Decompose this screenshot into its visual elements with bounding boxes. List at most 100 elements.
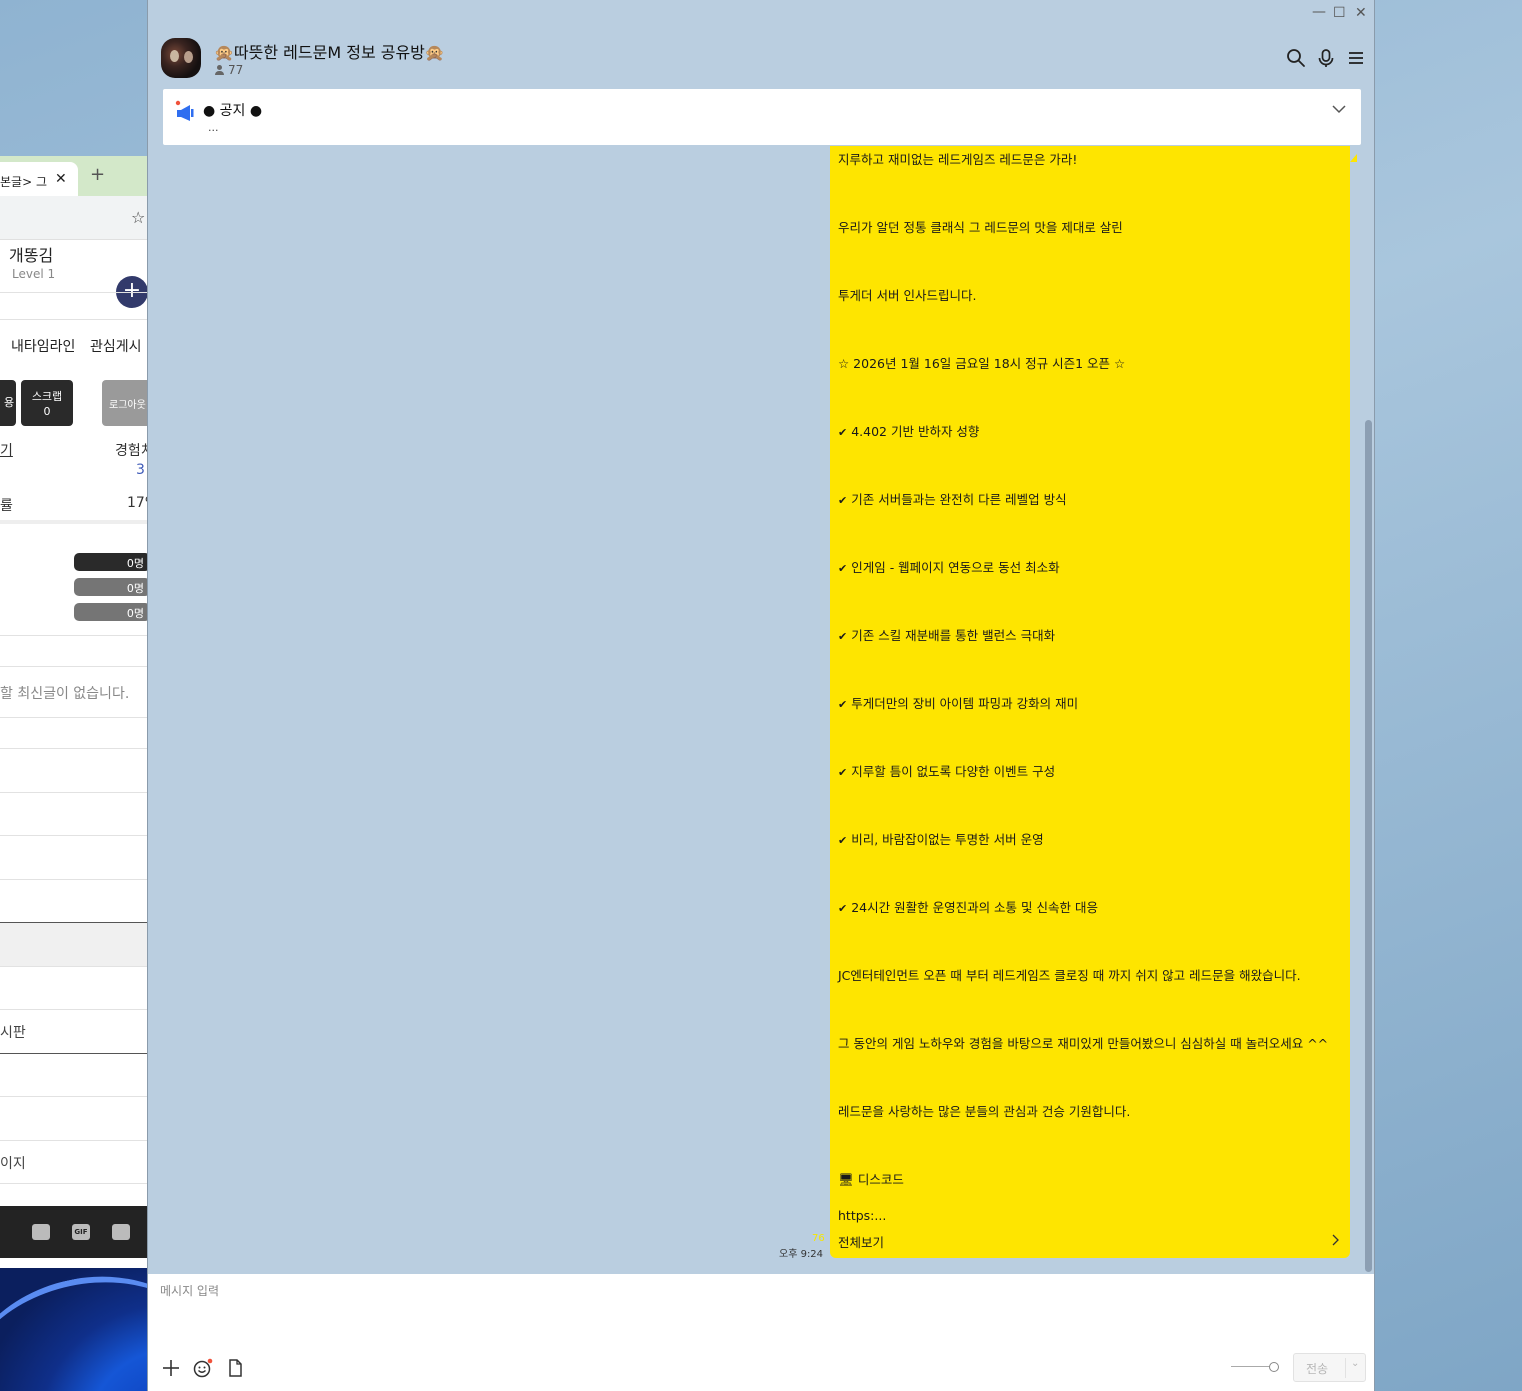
close-button[interactable]: ✕: [1355, 5, 1367, 21]
bookmark-star-icon[interactable]: ☆: [131, 208, 145, 227]
divider: [0, 1053, 147, 1054]
divider: [0, 666, 147, 667]
message-line-text: 24시간 원활한 운영진과의 소통 및 신속한 대응: [851, 900, 1098, 915]
room-title: 🙊따뜻한 레드문M 정보 공유방🙊: [214, 43, 445, 62]
message-line: 지루하고 재미없는 레드게임즈 레드문은 가라!: [838, 152, 1342, 220]
emoticon-icon[interactable]: [193, 1358, 213, 1378]
gif-icon[interactable]: GIF: [72, 1224, 90, 1240]
user-level: Level 1: [12, 267, 56, 281]
message-input-area: 전송 ⌄: [148, 1274, 1374, 1391]
menu-item-page[interactable]: 이지: [0, 1153, 26, 1173]
divider: [0, 792, 147, 793]
message-line-text: 투게더만의 장비 아이템 파밍과 강화의 재미: [851, 696, 1079, 711]
opacity-slider-track[interactable]: [1231, 1366, 1273, 1367]
opacity-slider-handle[interactable]: [1269, 1362, 1279, 1372]
room-avatar[interactable]: [161, 38, 201, 78]
username: 개똥김: [9, 246, 54, 265]
view-all-link[interactable]: 전체보기: [838, 1232, 884, 1251]
message-input[interactable]: [160, 1282, 1360, 1342]
message-line-text: 그 동안의 게임 노하우와 경험을 바탕으로 재미있게 만들어봤으니 심심하실 …: [838, 1036, 1329, 1051]
nav-interest-board[interactable]: 관심게시: [90, 336, 142, 356]
megaphone-icon: [175, 100, 194, 121]
message-line-text: 4.402 기반 반하자 성향: [851, 424, 980, 439]
file-icon[interactable]: [225, 1358, 245, 1378]
new-tab-button[interactable]: +: [90, 164, 105, 185]
message-line: ✔ 4.402 기반 반하자 성향: [838, 424, 1342, 492]
browser-tab[interactable]: 본글> 그 ✕: [0, 162, 78, 196]
message-line: 그 동안의 게임 노하우와 경험을 바탕으로 재미있게 만들어봤으니 심심하실 …: [838, 1036, 1342, 1104]
checkmark-icon: ✔: [838, 426, 848, 439]
message-bubble[interactable]: 지루하고 재미없는 레드게임즈 레드문은 가라! 우리가 알던 정통 클래식 그 …: [830, 146, 1350, 1258]
message-line: JC엔터테인먼트 오픈 때 부터 레드게임즈 클로징 때 까지 쉬지 않고 레드…: [838, 968, 1342, 1036]
message-line-text: 인게임 - 웹페이지 연동으로 동선 최소화: [851, 560, 1060, 575]
chevron-right-icon[interactable]: [1330, 1234, 1340, 1246]
message-line: ✔ 비리, 바람잡이없는 투명한 서버 운영: [838, 832, 1342, 900]
scrap-count: 0: [43, 405, 51, 418]
scrollbar-thumb[interactable]: [1365, 420, 1372, 1272]
sticker-icon[interactable]: [112, 1224, 130, 1240]
message-line-text: 🖥 디스코드: [838, 1172, 904, 1187]
menu-item-board[interactable]: 시판: [0, 1022, 26, 1042]
send-options-arrow-icon[interactable]: ⌄: [1351, 1358, 1359, 1369]
maximize-button[interactable]: ☐: [1333, 5, 1346, 21]
minimize-button[interactable]: —: [1312, 4, 1326, 20]
logout-button[interactable]: 로그아웃: [102, 380, 147, 426]
message-line: ✔ 기존 서버들과는 완전히 다른 레벨업 방식: [838, 492, 1342, 560]
partial-link[interactable]: 기: [0, 440, 13, 460]
menu-row-highlight[interactable]: [0, 923, 147, 966]
person-icon: [214, 65, 225, 75]
checkmark-icon: ✔: [838, 766, 848, 779]
divider: [0, 748, 147, 749]
notice-preview: ...: [208, 121, 219, 134]
no-posts-text: 할 최신글이 없습니다.: [0, 686, 130, 702]
message-line: 투게더 서버 인사드립니다.: [838, 288, 1342, 356]
chat-header: 🙊따뜻한 레드문M 정보 공유방🙊 77: [148, 30, 1376, 86]
divider: [0, 292, 147, 293]
divider: [0, 319, 147, 320]
send-divider: [1345, 1358, 1346, 1378]
message-line-text: 지루할 틈이 없도록 다양한 이벤트 구성: [851, 764, 1056, 779]
message-line-text: 기존 서버들과는 완전히 다른 레벨업 방식: [851, 492, 1067, 507]
message-line-text: 지루하고 재미없는 레드게임즈 레드문은 가라!: [838, 152, 1078, 167]
divider: [0, 835, 147, 836]
nav-my-timeline[interactable]: 내타임라인: [11, 336, 75, 356]
divider: [0, 1140, 147, 1141]
count-badge: 0명: [74, 578, 147, 596]
member-count[interactable]: 77: [214, 63, 243, 77]
plus-icon[interactable]: [161, 1358, 181, 1378]
tab-close-icon[interactable]: ✕: [55, 171, 67, 187]
message-line: ☆ 2026년 1월 16일 금요일 18시 정규 시즌1 오픈 ☆: [838, 356, 1342, 424]
checkmark-icon: ✔: [838, 562, 848, 575]
exp-value: 3: [136, 462, 145, 478]
message-line: ✔ 인게임 - 웹페이지 연동으로 동선 최소화: [838, 560, 1342, 628]
message-line-text: 기존 스킬 재분배를 통한 밸런스 극대화: [851, 628, 1056, 643]
message-text: 지루하고 재미없는 레드게임즈 레드문은 가라! 우리가 알던 정통 클래식 그 …: [838, 152, 1342, 1202]
message-line: 레드문을 사랑하는 많은 분들의 관심과 건승 기원합니다.: [838, 1104, 1342, 1172]
search-icon[interactable]: [1286, 48, 1306, 68]
message-line: ✔ 24시간 원활한 운영진과의 소통 및 신속한 대응: [838, 900, 1342, 968]
checkmark-icon: ✔: [838, 630, 848, 643]
message-line: ✔ 투게더만의 장비 아이템 파밍과 강화의 재미: [838, 696, 1342, 764]
message-line: ✔ 지루할 틈이 없도록 다양한 이벤트 구성: [838, 764, 1342, 832]
message-line-text: 레드문을 사랑하는 많은 분들의 관심과 건승 기원합니다.: [838, 1104, 1131, 1119]
message-line-text: 우리가 알던 정통 클래식 그 레드문의 맛을 제대로 살린: [838, 220, 1123, 235]
editor-toolbar: GIF: [0, 1206, 147, 1258]
checkmark-icon: ✔: [838, 902, 848, 915]
microphone-icon[interactable]: [1316, 48, 1336, 68]
message-time: 오후 9:24: [779, 1249, 824, 1260]
message-link[interactable]: https:...: [838, 1208, 886, 1223]
desktop-wallpaper: [0, 1268, 147, 1391]
menu-icon[interactable]: [1346, 48, 1366, 68]
gift-icon[interactable]: [32, 1224, 50, 1240]
send-button[interactable]: 전송 ⌄: [1293, 1353, 1366, 1382]
chevron-down-icon[interactable]: [1331, 103, 1347, 115]
address-bar[interactable]: [0, 196, 147, 240]
partial-button[interactable]: 용: [0, 380, 16, 426]
scrap-button[interactable]: 스크랩 0: [21, 380, 73, 426]
notice-bar[interactable]: ● 공지 ● ...: [163, 89, 1361, 145]
count-badge: 0명: [74, 603, 147, 621]
message-line: ✔ 기존 스킬 재분배를 통한 밸런스 극대화: [838, 628, 1342, 696]
message-line: 🖥 디스코드: [838, 1172, 1342, 1202]
rate-value: 17%: [127, 495, 147, 511]
rate-label: 률: [0, 498, 13, 514]
